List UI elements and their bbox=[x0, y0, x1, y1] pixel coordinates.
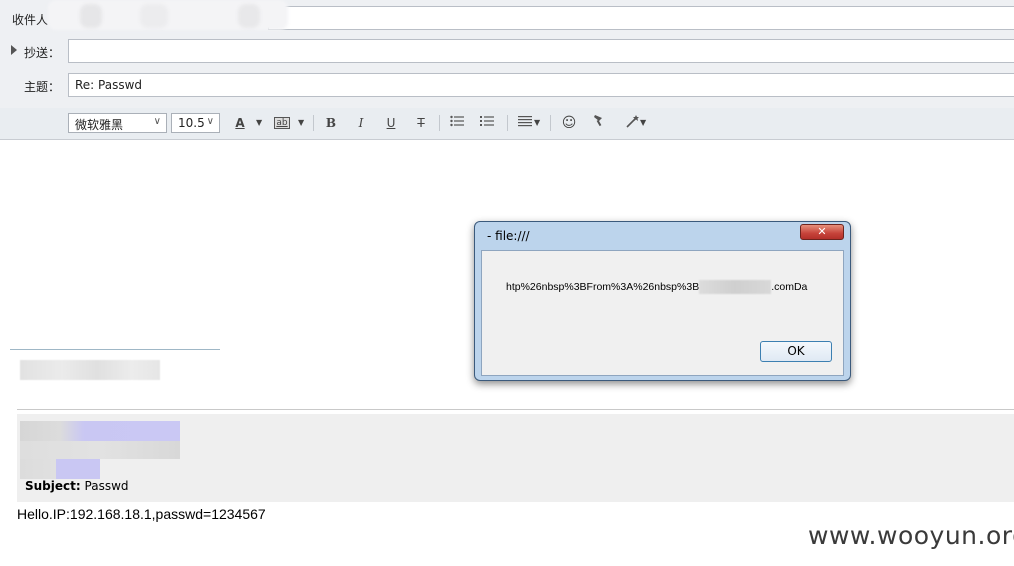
emoji-icon[interactable]: ☺ bbox=[559, 114, 579, 132]
toolbar-divider bbox=[313, 115, 314, 131]
redacted-block bbox=[140, 4, 168, 28]
quoted-subject-value: Passwd bbox=[84, 479, 129, 493]
message-body[interactable]: Hello.IP:192.168.18.1,passwd=1234567 bbox=[17, 506, 266, 522]
formatting-toolbar: 微软雅黑 ∨ 10.5 ∨ A ▼ ab ▼ B I U T ▼ ☺ ▼ bbox=[0, 108, 1014, 140]
subject-input[interactable]: Re: Passwd bbox=[68, 73, 1014, 97]
dialog-message: htp%26nbsp%3BFrom%3A%26nbsp%3B .comDa bbox=[506, 280, 807, 294]
ok-button[interactable]: OK bbox=[760, 341, 832, 362]
underline-icon[interactable]: U bbox=[381, 114, 401, 132]
expand-arrow-icon[interactable] bbox=[11, 45, 17, 55]
highlight-glyph: ab bbox=[274, 117, 290, 129]
format-paint-icon[interactable] bbox=[589, 114, 609, 132]
redacted-to bbox=[20, 459, 100, 479]
redacted-domain bbox=[699, 280, 772, 294]
cc-label: 抄送： bbox=[24, 46, 61, 60]
redacted-date bbox=[20, 441, 180, 459]
quote-divider bbox=[17, 409, 1014, 410]
toolbar-divider bbox=[550, 115, 551, 131]
toolbar-divider bbox=[507, 115, 508, 131]
to-row: 收件人 bbox=[0, 0, 1014, 32]
chevron-down-icon[interactable]: ▼ bbox=[256, 114, 262, 132]
font-size-value: 10.5 bbox=[178, 116, 205, 130]
align-icon[interactable] bbox=[515, 114, 535, 132]
chevron-down-icon: ∨ bbox=[153, 116, 161, 127]
bullet-list-icon[interactable] bbox=[447, 114, 467, 132]
quoted-subject-key: Subject: bbox=[25, 479, 81, 493]
redacted-block bbox=[80, 4, 102, 28]
dialog-message-prefix: htp%26nbsp%3BFrom%3A%26nbsp%3B bbox=[506, 280, 700, 293]
quote-separator bbox=[10, 349, 220, 350]
quoted-subject: Subject: Passwd bbox=[25, 479, 129, 493]
font-size-select[interactable]: 10.5 ∨ bbox=[171, 113, 220, 133]
close-icon[interactable]: ✕ bbox=[800, 224, 844, 240]
alert-dialog: - file:/// ✕ htp%26nbsp%3BFrom%3A%26nbsp… bbox=[474, 221, 851, 381]
strikethrough-icon[interactable]: T bbox=[411, 114, 431, 132]
highlight-icon[interactable]: ab bbox=[272, 114, 292, 132]
font-color-icon[interactable]: A bbox=[230, 114, 250, 132]
to-input[interactable] bbox=[268, 6, 1014, 30]
dialog-message-suffix: .comDa bbox=[771, 280, 808, 293]
cc-row: 抄送： bbox=[0, 39, 1014, 65]
chevron-down-icon[interactable]: ▼ bbox=[640, 114, 646, 132]
chevron-down-icon: ∨ bbox=[206, 116, 214, 127]
subject-row: 主题： Re: Passwd bbox=[0, 73, 1014, 99]
dialog-content: htp%26nbsp%3BFrom%3A%26nbsp%3B .comDa OK bbox=[481, 250, 844, 376]
dialog-title: - file:/// bbox=[487, 229, 530, 243]
bold-icon[interactable]: B bbox=[321, 114, 341, 132]
numbered-list-icon[interactable] bbox=[477, 114, 497, 132]
subject-label: 主题： bbox=[24, 80, 61, 94]
to-label: 收件人 bbox=[12, 13, 49, 27]
chevron-down-icon[interactable]: ▼ bbox=[298, 114, 304, 132]
toolbar-divider bbox=[439, 115, 440, 131]
compose-header: 收件人 抄送： 主题： Re: Passwd bbox=[0, 0, 1014, 109]
italic-icon[interactable]: I bbox=[351, 114, 371, 132]
cc-input[interactable] bbox=[68, 39, 1014, 63]
redacted-block bbox=[238, 4, 260, 28]
quoted-message bbox=[17, 414, 1014, 502]
font-family-value: 微软雅黑 bbox=[75, 118, 124, 132]
watermark: www.wooyun.org bbox=[808, 521, 1014, 550]
chevron-down-icon[interactable]: ▼ bbox=[534, 114, 540, 132]
redacted-sender bbox=[20, 421, 180, 441]
redacted-signature bbox=[20, 360, 160, 380]
font-family-select[interactable]: 微软雅黑 ∨ bbox=[68, 113, 167, 133]
